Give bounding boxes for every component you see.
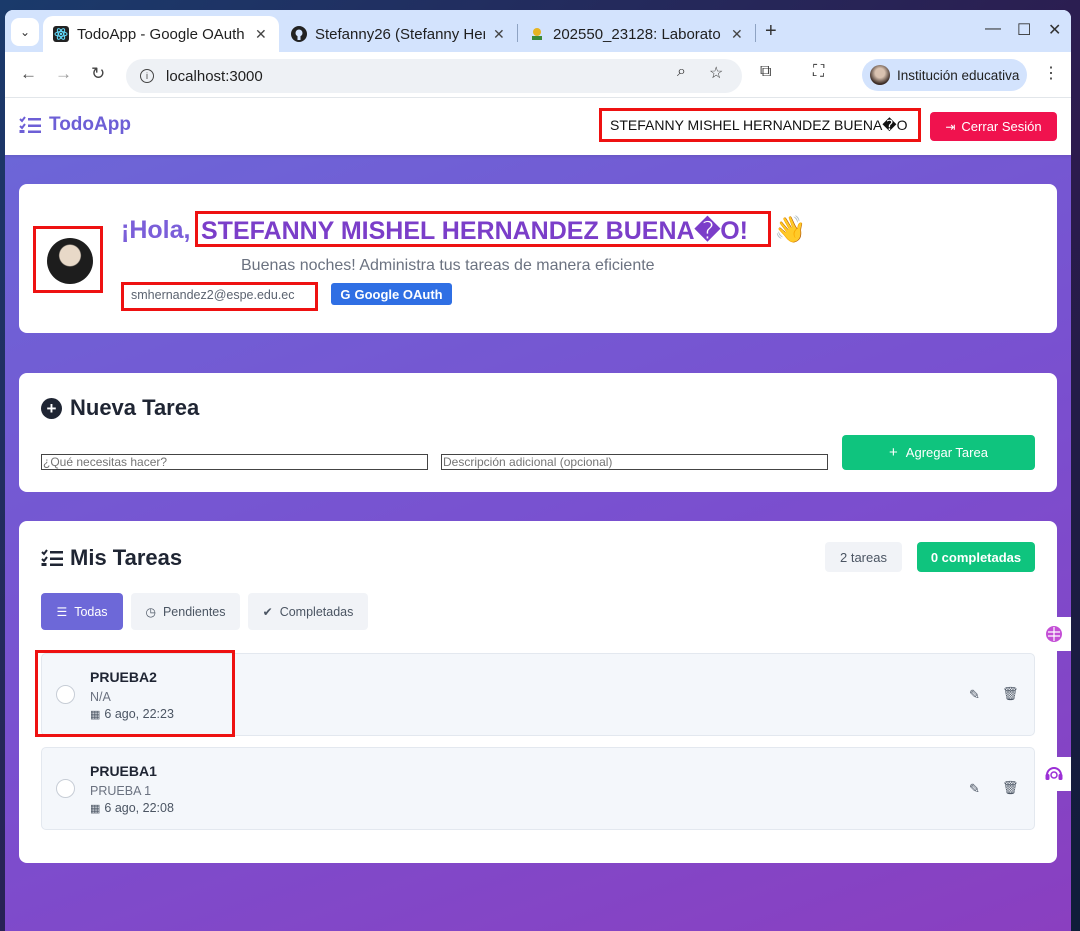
my-tasks-title: Mis Tareas (70, 545, 183, 570)
trash-icon[interactable]: 🗑 (1002, 780, 1019, 796)
tab-course[interactable]: 202550_23128: Laborato ✕ (519, 16, 755, 52)
my-tasks-card: Mis Tareas 2 tareas 0 completadas ☰ Toda… (19, 521, 1057, 863)
avatar (47, 238, 93, 284)
trash-icon[interactable]: 🗑 (1002, 686, 1019, 702)
tab-separator (755, 24, 756, 42)
filter-label: Todas (74, 604, 108, 619)
profile-label: Institución educativa (897, 67, 1020, 83)
avatar-highlight-frame (33, 226, 103, 293)
logout-button[interactable]: ⇥ Cerrar Sesión (930, 112, 1057, 141)
filter-all[interactable]: ☰ Todas (41, 593, 123, 630)
task-title: PRUEBA1 (90, 763, 157, 779)
menu-dots-icon[interactable]: ⋮ (1043, 63, 1059, 83)
react-icon (53, 26, 69, 42)
app-navbar: TodoApp STEFANNY MISHEL HERNANDEZ BUENA�… (5, 98, 1071, 155)
edit-icon[interactable]: ✎ (969, 687, 980, 703)
close-icon[interactable]: ✕ (493, 26, 505, 43)
minimize-icon[interactable]: — (985, 20, 1001, 38)
new-task-card: + Nueva Tarea + Agregar Tarea (19, 373, 1057, 492)
task-date-text: 6 ago, 22:08 (104, 801, 174, 815)
wave-icon: 👋 (774, 214, 807, 244)
completed-tasks-badge: 0 completadas (917, 542, 1035, 572)
task-list-icon (41, 549, 63, 566)
translate-icon[interactable]: ⛶ (813, 63, 824, 81)
welcome-subtitle: Buenas noches! Administra tus tareas de … (241, 257, 655, 274)
brand-name: TodoApp (49, 114, 131, 135)
task-description-input[interactable] (441, 454, 828, 470)
profile-avatar (870, 65, 890, 85)
total-tasks-badge: 2 tareas (825, 542, 902, 572)
new-task-title: Nueva Tarea (70, 395, 200, 420)
task-complete-checkbox[interactable] (56, 779, 75, 798)
new-tab-icon[interactable]: + (765, 20, 777, 43)
tab-title: Stefanny26 (Stefanny Her (315, 25, 485, 43)
task-item: PRUEBA1 PRUEBA 1 ▦ 6 ago, 22:08 ✎ 🗑 (41, 747, 1035, 830)
brand-logo[interactable]: TodoApp (19, 114, 131, 136)
zoom-icon[interactable]: ⌕ (677, 63, 686, 81)
new-task-heading: + Nueva Tarea (41, 395, 199, 421)
filter-label: Completadas (279, 604, 354, 619)
filter-completed[interactable]: ✔ Completadas (248, 593, 368, 630)
github-icon (291, 26, 307, 42)
back-icon[interactable]: ← (20, 64, 37, 84)
calendar-icon: ▦ (90, 802, 101, 815)
plus-circle-icon: + (41, 397, 62, 419)
my-tasks-heading: Mis Tareas (41, 545, 182, 571)
clock-icon: ◷ (145, 604, 156, 619)
filter-label: Pendientes (162, 604, 226, 619)
greeting-prefix: ¡Hola, (121, 216, 191, 244)
browser-window: ⌄ TodoApp - Google OAuth ✕ Stefanny26 (S… (5, 10, 1071, 931)
sign-out-icon: ⇥ (945, 119, 956, 134)
task-list-icon (19, 116, 41, 133)
close-window-icon[interactable]: ✕ (1048, 20, 1061, 40)
logout-label: Cerrar Sesión (961, 119, 1042, 134)
tab-title: 202550_23128: Laborato (553, 25, 721, 43)
greeting-name: STEFANNY MISHEL HERNANDEZ BUENA�O! (201, 217, 748, 245)
tab-search-button[interactable]: ⌄ (11, 18, 39, 46)
filter-pending[interactable]: ◷ Pendientes (131, 593, 240, 630)
extensions-icon[interactable]: ⧉ (760, 63, 771, 81)
auth-provider-badge: G Google OAuth (331, 283, 452, 305)
tab-separator (517, 24, 518, 42)
add-task-button[interactable]: + Agregar Tarea (842, 435, 1035, 470)
task-highlight-frame (35, 650, 235, 737)
browser-toolbar: ← → ↻ i localhost:3000 ⌕ ☆ ⧉ ⛶ Instituci… (5, 52, 1071, 98)
chevron-down-icon: ⌄ (19, 25, 31, 39)
close-icon[interactable]: ✕ (731, 26, 743, 43)
plus-icon: + (889, 444, 898, 461)
forward-icon[interactable]: → (55, 64, 72, 84)
app-page: TodoApp STEFANNY MISHEL HERNANDEZ BUENA�… (5, 98, 1071, 931)
course-icon (529, 26, 545, 42)
user-email: smhernandez2@espe.edu.ec (131, 288, 295, 302)
tab-github[interactable]: Stefanny26 (Stefanny Her ✕ (281, 16, 517, 52)
address-bar[interactable]: i localhost:3000 (126, 59, 742, 93)
welcome-card: ¡Hola, STEFANNY MISHEL HERNANDEZ BUENA�O… (19, 184, 1057, 333)
close-icon[interactable]: ✕ (255, 26, 267, 43)
task-date: ▦ 6 ago, 22:08 (90, 801, 174, 815)
add-task-label: Agregar Tarea (905, 445, 988, 460)
google-icon: G (340, 286, 351, 302)
auth-badge-label: Google OAuth (354, 286, 443, 302)
site-info-icon[interactable]: i (140, 69, 154, 83)
edit-icon[interactable]: ✎ (969, 781, 980, 797)
tab-title: TodoApp - Google OAuth (77, 25, 245, 43)
navbar-user-name: STEFANNY MISHEL HERNANDEZ BUENA�O (599, 108, 921, 142)
bookmark-star-icon[interactable]: ☆ (709, 63, 723, 83)
profile-chip[interactable]: Institución educativa (862, 59, 1027, 91)
brain-assistant-icon[interactable] (1037, 617, 1071, 651)
tab-strip: ⌄ TodoApp - Google OAuth ✕ Stefanny26 (S… (5, 10, 1071, 52)
maximize-icon[interactable]: ☐ (1017, 20, 1031, 40)
task-title-input[interactable] (41, 454, 428, 470)
tab-todoapp[interactable]: TodoApp - Google OAuth ✕ (43, 16, 279, 52)
task-description: PRUEBA 1 (90, 784, 152, 798)
check-circle-icon: ✔ (262, 604, 273, 619)
reload-icon[interactable]: ↻ (91, 64, 105, 84)
support-headset-icon[interactable] (1037, 757, 1071, 791)
url-text: localhost:3000 (166, 67, 263, 85)
list-icon: ☰ (56, 604, 68, 619)
